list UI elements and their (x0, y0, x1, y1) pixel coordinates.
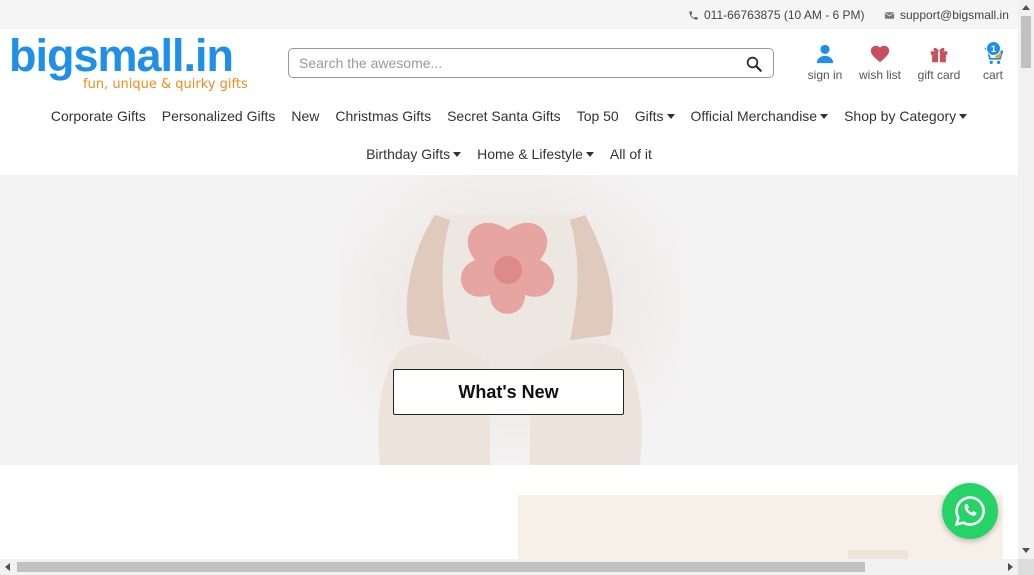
scroll-right-arrow-icon[interactable] (1008, 563, 1013, 571)
nav-new[interactable]: New (283, 108, 327, 124)
search-input[interactable] (289, 50, 729, 76)
scroll-left-arrow-icon[interactable] (5, 563, 10, 571)
search-bar (288, 48, 774, 78)
cart-button[interactable]: 1 cart (978, 41, 1008, 82)
nav-label: Shop by Category (844, 108, 957, 124)
cart-count-badge: 1 (986, 41, 1001, 56)
caret-down-icon (453, 151, 462, 157)
hero-banner: What's New (0, 175, 1018, 465)
email-text: support@bigsmall.in (900, 8, 1009, 22)
site-logo[interactable]: bigsmall.in fun, unique & quirky gifts (9, 33, 249, 95)
envelope-icon (884, 11, 895, 19)
nav-label: Top 50 (576, 108, 619, 124)
nav-shop-by-category-dropdown[interactable]: Shop by Category (836, 108, 975, 124)
scroll-up-arrow-icon[interactable] (1022, 5, 1030, 10)
main-nav-row-2: Birthday Gifts Home & Lifestyle All of i… (0, 146, 1018, 162)
caret-down-icon (666, 113, 675, 119)
caret-down-icon (820, 113, 829, 119)
nav-corporate-gifts[interactable]: Corporate Gifts (43, 108, 154, 124)
search-icon[interactable] (745, 55, 763, 73)
vertical-scrollbar[interactable] (1018, 0, 1034, 559)
main-nav-row-1: Corporate Gifts Personalized Gifts New C… (0, 108, 1018, 124)
nav-top-50[interactable]: Top 50 (569, 108, 627, 124)
whatsapp-icon (954, 496, 985, 527)
horizontal-scroll-thumb[interactable] (17, 562, 865, 572)
nav-birthday-gifts-dropdown[interactable]: Birthday Gifts (358, 146, 469, 162)
gift-icon (930, 47, 948, 63)
cart-icon-wrap: 1 (980, 41, 1006, 65)
giftcard-label: gift card (917, 68, 961, 82)
nav-official-merchandise-dropdown[interactable]: Official Merchandise (683, 108, 837, 124)
nav-all-of-it[interactable]: All of it (602, 146, 660, 162)
nav-label: Corporate Gifts (50, 108, 146, 124)
whatsapp-chat-button[interactable] (942, 483, 998, 539)
nav-label: Gifts (634, 108, 664, 124)
email-contact[interactable]: support@bigsmall.in (884, 8, 1009, 22)
nav-christmas-gifts[interactable]: Christmas Gifts (327, 108, 439, 124)
nav-label: Secret Santa Gifts (447, 108, 561, 124)
vertical-scroll-thumb[interactable] (1021, 16, 1031, 68)
nav-label: Official Merchandise (690, 108, 818, 124)
phone-text: 011-66763875 (10 AM - 6 PM) (704, 8, 865, 22)
signin-label: sign in (807, 68, 843, 82)
nav-label: Home & Lifestyle (477, 146, 583, 162)
scrollbar-corner (1018, 559, 1034, 575)
user-icon (816, 44, 834, 64)
nav-home-lifestyle-dropdown[interactable]: Home & Lifestyle (469, 146, 602, 162)
nav-label: Christmas Gifts (335, 108, 432, 124)
heart-icon (870, 45, 890, 63)
wishlist-label: wish list (858, 68, 901, 82)
cart-label: cart (982, 68, 1003, 82)
nav-label: New (291, 108, 320, 124)
horizontal-scrollbar[interactable] (0, 559, 1018, 575)
phone-contact[interactable]: 011-66763875 (10 AM - 6 PM) (688, 8, 865, 22)
wishlist-button[interactable]: wish list (856, 43, 904, 82)
nav-label: All of it (609, 146, 652, 162)
phone-icon (689, 10, 698, 20)
nav-secret-santa-gifts[interactable]: Secret Santa Gifts (439, 108, 569, 124)
nav-label: Birthday Gifts (366, 146, 451, 162)
caret-down-icon (959, 113, 968, 119)
scroll-down-arrow-icon[interactable] (1022, 548, 1030, 553)
nav-personalized-gifts[interactable]: Personalized Gifts (154, 108, 284, 124)
giftcard-button[interactable]: gift card (915, 43, 963, 82)
signin-button[interactable]: sign in (806, 43, 844, 82)
logo-wordmark: bigsmall.in (9, 30, 234, 81)
logo-tagline: fun, unique & quirky gifts (83, 77, 248, 92)
hero-gift-image (340, 175, 680, 465)
top-contact-bar: 011-66763875 (10 AM - 6 PM) support@bigs… (0, 0, 1018, 29)
nav-gifts-dropdown[interactable]: Gifts (627, 108, 683, 124)
caret-down-icon (585, 151, 594, 157)
site-header: bigsmall.in fun, unique & quirky gifts s… (0, 29, 1018, 99)
whats-new-button[interactable]: What's New (393, 369, 624, 415)
nav-label: Personalized Gifts (161, 108, 276, 124)
